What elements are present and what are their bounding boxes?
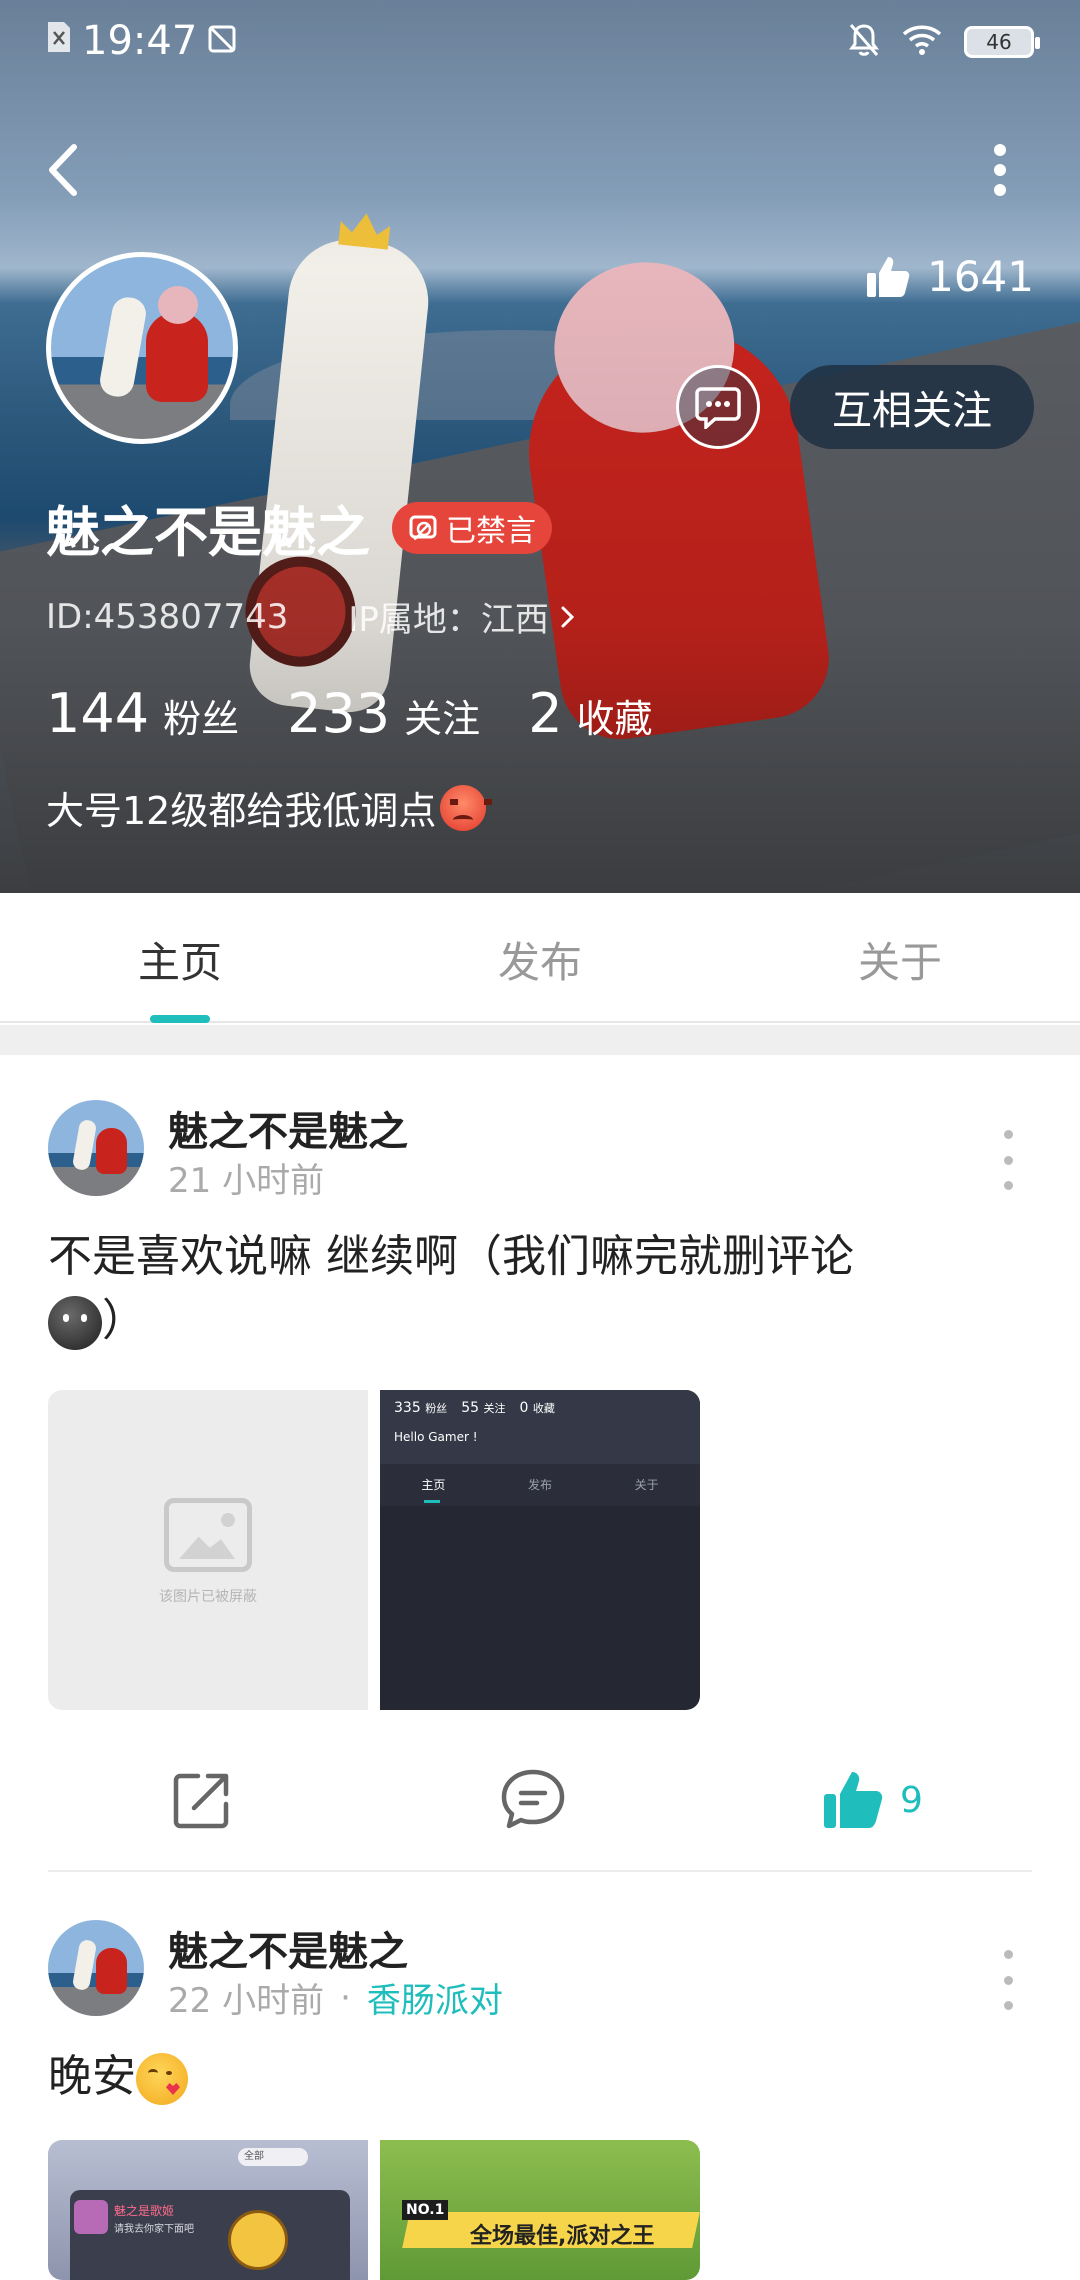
profile-avatar[interactable] bbox=[46, 252, 238, 444]
post-text-body: 不是喜欢说嘛 继续啊（我们嘛完就删评论 bbox=[48, 1231, 854, 1282]
thumbs-up-filled-icon bbox=[824, 1772, 883, 1828]
tab-active-indicator bbox=[150, 1015, 210, 1023]
banned-badge: 已禁言 bbox=[392, 501, 552, 554]
profile-tabs: 主页 发布 关于 bbox=[0, 893, 1080, 1023]
stat-label: 收藏 bbox=[576, 697, 653, 741]
sim-icon bbox=[46, 18, 72, 64]
thumbs-up-icon bbox=[867, 256, 910, 297]
message-button[interactable] bbox=[676, 365, 760, 449]
mutual-follow-button[interactable]: 互相关注 bbox=[790, 365, 1034, 449]
comment-icon bbox=[501, 1769, 565, 1829]
stat-number: 233 bbox=[287, 682, 391, 745]
profile-likes: 1641 bbox=[865, 252, 1034, 301]
screenshot-hello: Hello Gamer ! bbox=[394, 1430, 478, 1444]
screenshot-fav: 0 bbox=[519, 1400, 529, 1416]
profile-name: 魅之不是魅之 bbox=[46, 501, 370, 564]
post-time: 21 小时前 bbox=[168, 1161, 325, 1201]
screenshot-tab: 发布 bbox=[528, 1478, 553, 1492]
image-placeholder-icon bbox=[164, 1498, 252, 1572]
screenshot-fans-label: 粉丝 bbox=[425, 1402, 448, 1415]
more-options-button[interactable] bbox=[975, 140, 1025, 200]
chevron-left-icon bbox=[49, 144, 77, 196]
post-image-game-result[interactable]: NO.1 全场最佳,派对之王 bbox=[380, 2140, 700, 2280]
share-icon bbox=[173, 1773, 229, 1829]
game-result-banner: 全场最佳,派对之王 bbox=[470, 2224, 655, 2249]
like-button[interactable]: 9 bbox=[822, 1755, 923, 1845]
stat-label: 关注 bbox=[404, 697, 481, 741]
profile-likes-count: 1641 bbox=[927, 252, 1034, 301]
profile-stats: 144 粉丝 233 关注 2 收藏 bbox=[46, 682, 701, 745]
kiss-face-emoji-icon bbox=[136, 2053, 188, 2105]
chevron-right-icon bbox=[561, 606, 575, 627]
muted-chat-icon bbox=[409, 515, 437, 540]
screenshot-fav-label: 收藏 bbox=[532, 1402, 555, 1415]
game-rank: NO.1 bbox=[402, 2200, 449, 2220]
stat-following[interactable]: 233 关注 bbox=[287, 682, 480, 745]
post-time: 22 小时前 bbox=[168, 1981, 325, 2021]
rank-badge-icon bbox=[228, 2210, 288, 2270]
post-image-game-profile[interactable]: 全部 魅之是歌姬 请我去你家下面吧 bbox=[48, 2140, 368, 2280]
blocked-image-text: 该图片已被屏蔽 bbox=[159, 1589, 257, 1605]
post-text-body: 晚安 bbox=[48, 2051, 136, 2102]
tab-home[interactable]: 主页 bbox=[138, 929, 222, 990]
like-count: 9 bbox=[900, 1779, 923, 1821]
angry-face-emoji-icon bbox=[440, 784, 493, 831]
screenshot-follow-label: 关注 bbox=[483, 1402, 506, 1415]
post-divider bbox=[48, 1870, 1032, 1872]
post-actions: 9 bbox=[0, 1755, 1080, 1845]
ip-location[interactable]: IP属地：江西 bbox=[348, 592, 577, 641]
blocked-image[interactable]: 该图片已被屏蔽 bbox=[48, 1390, 368, 1710]
post-meta: 21 小时前 bbox=[168, 1153, 324, 1202]
profile-bio: 大号12级都给我低调点 bbox=[46, 780, 493, 835]
user-id: ID:453807743 bbox=[46, 596, 289, 637]
dark-face-emoji-icon bbox=[48, 1296, 102, 1350]
post-author-name[interactable]: 魅之不是魅之 bbox=[168, 1099, 408, 1157]
stat-number: 2 bbox=[528, 682, 563, 745]
mute-bell-icon bbox=[848, 22, 880, 62]
back-button[interactable] bbox=[40, 135, 100, 205]
chat-icon bbox=[695, 387, 741, 429]
game-player-sub: 请我去你家下面吧 bbox=[114, 2224, 194, 2235]
post-author-name[interactable]: 魅之不是魅之 bbox=[168, 1919, 408, 1977]
post-meta: 22 小时前 · 香肠派对 bbox=[168, 1973, 503, 2022]
wifi-icon bbox=[902, 24, 942, 60]
stat-favorites[interactable]: 2 收藏 bbox=[528, 682, 652, 745]
more-vertical-icon bbox=[994, 144, 1006, 196]
game-player-name: 魅之是歌姬 bbox=[114, 2204, 175, 2218]
tab-about[interactable]: 关于 bbox=[858, 929, 942, 990]
post-text[interactable]: 不是喜欢说嘛 继续啊（我们嘛完就删评论 ） bbox=[48, 1225, 1028, 1353]
screenshot-tab: 关于 bbox=[634, 1478, 659, 1492]
banned-badge-label: 已禁言 bbox=[446, 513, 536, 549]
post-author-avatar[interactable] bbox=[48, 1920, 144, 2016]
screenshot-stats: 335 粉丝 55 关注 0 收藏 bbox=[394, 1400, 555, 1416]
tab-posts[interactable]: 发布 bbox=[498, 929, 582, 990]
status-time: 19:47 bbox=[82, 18, 198, 64]
post-card: 魅之不是魅之 22 小时前 · 香肠派对 晚安 全部 魅之是歌姬 请我去你家下面… bbox=[0, 1875, 1080, 2280]
stat-number: 144 bbox=[46, 682, 150, 745]
post-game-tag[interactable]: 香肠派对 bbox=[367, 1973, 503, 2022]
post-more-button[interactable] bbox=[996, 1950, 1020, 2010]
ip-location-label: IP属地：江西 bbox=[348, 600, 549, 640]
stat-label: 粉丝 bbox=[163, 697, 240, 741]
screenshot-fans: 335 bbox=[394, 1400, 421, 1416]
bio-text: 大号12级都给我低调点 bbox=[46, 789, 437, 833]
post-author-avatar[interactable] bbox=[48, 1100, 144, 1196]
post-image-screenshot[interactable]: 335 粉丝 55 关注 0 收藏 Hello Gamer ! 主页 发布 关于 bbox=[380, 1390, 700, 1710]
comment-button[interactable] bbox=[500, 1755, 566, 1845]
meta-separator: · bbox=[340, 1977, 351, 2018]
section-gap bbox=[0, 1025, 1080, 1055]
post-text[interactable]: 晚安 bbox=[48, 2045, 1028, 2109]
battery-icon: 46 bbox=[964, 26, 1040, 58]
screenshot-follow: 55 bbox=[461, 1400, 480, 1416]
status-bar: 19:47 46 bbox=[0, 0, 1080, 84]
post-card: 魅之不是魅之 21 小时前 不是喜欢说嘛 继续啊（我们嘛完就删评论 ） 该图片已… bbox=[0, 1055, 1080, 1875]
game-select: 全部 bbox=[238, 2148, 308, 2166]
stat-fans[interactable]: 144 粉丝 bbox=[46, 682, 239, 745]
screenshot-icon bbox=[207, 18, 237, 64]
share-button[interactable] bbox=[170, 1755, 234, 1845]
post-more-button[interactable] bbox=[996, 1130, 1020, 1190]
post-text-end: ） bbox=[102, 1295, 146, 1346]
